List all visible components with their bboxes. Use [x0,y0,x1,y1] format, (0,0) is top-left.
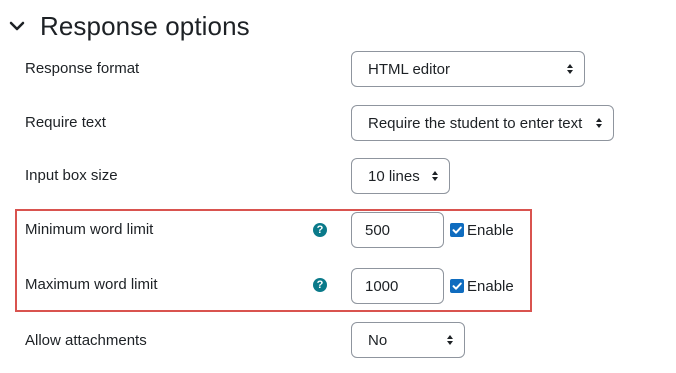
allow-attachments-value: No [368,331,388,349]
maximum-word-limit-input[interactable]: 1000 [351,268,444,304]
select-caret-icon [567,64,573,74]
maximum-word-limit-enable-checkbox[interactable] [450,279,464,293]
response-format-label: Response format [25,60,140,77]
question-circle-icon[interactable]: ? [313,223,327,237]
allow-attachments-label: Allow attachments [25,332,147,349]
require-text-value: Require the student to enter text [368,114,583,132]
response-format-select[interactable]: HTML editor [351,51,585,87]
section-header-response-options[interactable]: Response options [8,8,250,44]
require-text-select[interactable]: Require the student to enter text [351,105,614,141]
minimum-word-limit-value: 500 [365,221,391,239]
minimum-word-limit-enable-label[interactable]: Enable [467,222,514,239]
select-caret-icon [432,171,438,181]
chevron-down-icon[interactable] [8,17,26,35]
input-box-size-select[interactable]: 10 lines [351,158,450,194]
minimum-word-limit-enable-checkbox[interactable] [450,223,464,237]
response-format-value: HTML editor [368,60,450,78]
select-caret-icon [596,118,602,128]
minimum-word-limit-input[interactable]: 500 [351,212,444,248]
input-box-size-value: 10 lines [368,167,420,185]
select-caret-icon [447,335,453,345]
question-circle-icon[interactable]: ? [313,278,327,292]
maximum-word-limit-value: 1000 [365,277,399,295]
maximum-word-limit-enable-label[interactable]: Enable [467,278,514,295]
checkmark-icon [452,282,462,290]
allow-attachments-select[interactable]: No [351,322,465,358]
minimum-word-limit-label: Minimum word limit [25,221,154,238]
section-title: Response options [40,10,250,41]
require-text-label: Require text [25,114,106,131]
input-box-size-label: Input box size [25,167,118,184]
maximum-word-limit-label: Maximum word limit [25,276,158,293]
checkmark-icon [452,226,462,234]
